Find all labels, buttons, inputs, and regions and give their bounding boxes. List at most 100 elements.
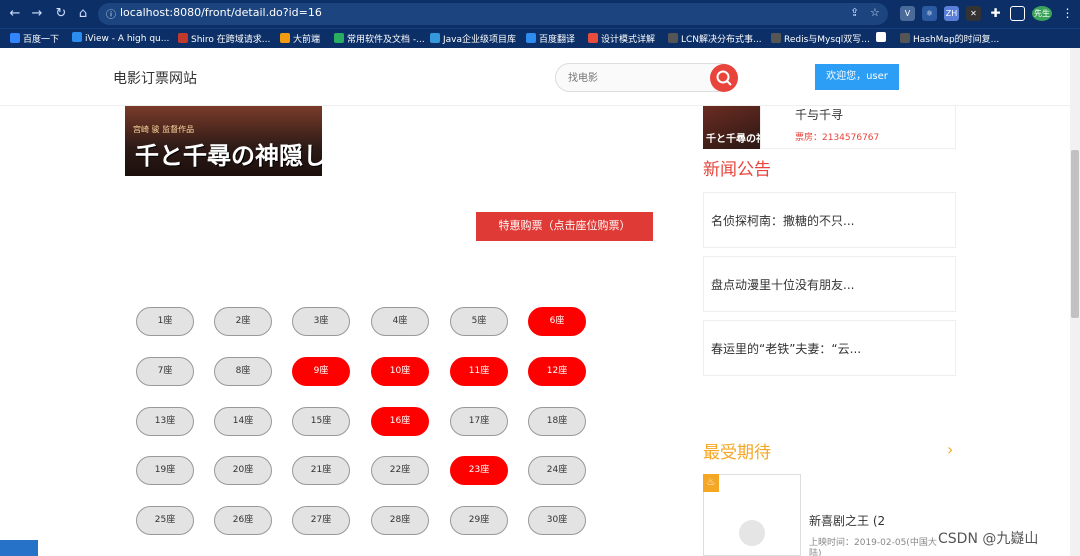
csdn-watermark: CSDN @九嶷山 <box>938 531 1039 547</box>
seat-available[interactable]: 20座 <box>214 456 272 485</box>
seat-available[interactable]: 18座 <box>528 407 586 436</box>
bookmark-favicon-icon <box>430 33 440 43</box>
extensions-puzzle-icon[interactable]: ✚ <box>988 6 1003 21</box>
bookmark-item[interactable]: LCN解决分布式事... <box>668 32 762 45</box>
extension-zh-icon[interactable]: ZH <box>944 6 959 21</box>
bookmark-item[interactable]: Redis与Mysql双写... <box>771 32 870 45</box>
current-movie-thumb[interactable]: 千と千尋の神隠し <box>703 106 760 149</box>
seat-available[interactable]: 13座 <box>136 407 194 436</box>
buy-ticket-button[interactable]: 特惠购票（点击座位购票） <box>476 212 653 241</box>
menu-kebab-icon[interactable]: ⋮ <box>1060 6 1075 21</box>
seat-available[interactable]: 17座 <box>450 407 508 436</box>
seat-available[interactable]: 25座 <box>136 506 194 535</box>
current-movie-title[interactable]: 千与千寻 <box>795 106 843 123</box>
seat-available[interactable]: 22座 <box>371 456 429 485</box>
expected-movie-name[interactable]: 新喜剧之王 (2 <box>809 512 885 529</box>
bookmark-label: 大前端 <box>293 35 321 45</box>
poster-director-tag: 宫崎 骏 监督作品 <box>133 125 195 134</box>
site-header: 电影订票网站 欢迎您，user <box>0 48 1070 106</box>
bookmark-item[interactable]: iView - A high qu... <box>72 32 169 44</box>
back-icon[interactable]: ← <box>6 5 24 23</box>
bookmark-label: iView - A high qu... <box>85 34 170 44</box>
bookmark-label: 设计模式详解 <box>601 35 656 45</box>
movie-poster: 宫崎 骏 监督作品 千と千尋の神隠し <box>125 106 322 176</box>
bookmark-favicon-icon <box>668 33 678 43</box>
news-item[interactable]: 名侦探柯南：撒糖的不只... <box>703 192 956 248</box>
bookmark-favicon-icon <box>280 33 290 43</box>
image-placeholder-icon <box>739 520 765 546</box>
news-item[interactable]: 盘点动漫里十位没有朋友... <box>703 256 956 312</box>
seat-sold[interactable]: 6座 <box>528 307 586 336</box>
seat-available[interactable]: 26座 <box>214 506 272 535</box>
current-movie-thumb-text: 千と千尋の神隠し <box>706 134 760 145</box>
search-button[interactable] <box>710 64 738 92</box>
chevron-right-icon[interactable]: › <box>947 440 953 459</box>
extension-react-icon[interactable]: ⚛ <box>922 6 937 21</box>
news-item-text: 春运里的“老铁”夫妻：“云... <box>711 342 862 356</box>
bookmark-label: LCN解决分布式事... <box>681 35 762 45</box>
share-icon[interactable]: ⇪ <box>850 6 859 19</box>
seat-available[interactable]: 15座 <box>292 407 350 436</box>
bookmark-favicon-icon <box>334 33 344 43</box>
news-item-text: 盘点动漫里十位没有朋友... <box>711 278 855 292</box>
seat-sold[interactable]: 16座 <box>371 407 429 436</box>
seat-available[interactable]: 7座 <box>136 357 194 386</box>
search-input[interactable] <box>568 70 698 86</box>
bookmarks-bar: 百度一下 iView - A high qu... Shiro 在跨域请求... 大前… <box>0 28 1080 48</box>
address-bar[interactable]: ⓘ localhost:8080/front/detail.do?id=16 ⇪… <box>98 3 888 25</box>
sidepanel-icon[interactable] <box>1010 6 1025 21</box>
seat-available[interactable]: 3座 <box>292 307 350 336</box>
extension-v-icon[interactable]: V <box>900 6 915 21</box>
bookmark-item[interactable]: 大前端 <box>280 32 320 45</box>
seat-available[interactable]: 21座 <box>292 456 350 485</box>
bookmark-item[interactable]: 设计模式详解 <box>588 32 655 45</box>
reload-icon[interactable]: ↻ <box>52 5 70 23</box>
extension-x-icon[interactable]: ✕ <box>966 6 981 21</box>
seat-available[interactable]: 30座 <box>528 506 586 535</box>
profile-avatar[interactable]: 先生 <box>1032 6 1052 21</box>
seat-available[interactable]: 29座 <box>450 506 508 535</box>
seat-sold[interactable]: 10座 <box>371 357 429 386</box>
bookmark-item[interactable]: 常用软件及文档 -... <box>334 32 425 45</box>
browser-toolbar: ← → ↻ ⌂ ⓘ localhost:8080/front/detail.do… <box>0 0 1080 28</box>
seat-available[interactable]: 4座 <box>371 307 429 336</box>
seat-available[interactable]: 14座 <box>214 407 272 436</box>
seat-available[interactable]: 24座 <box>528 456 586 485</box>
poster-title: 千と千尋の神隠し <box>135 142 322 170</box>
news-item[interactable]: 春运里的“老铁”夫妻：“云... <box>703 320 956 376</box>
current-movie-box-office: 票房：2134576767 <box>795 133 880 143</box>
bookmark-item[interactable]: Shiro 在跨域请求... <box>178 32 270 45</box>
bookmark-favicon-icon <box>178 33 188 43</box>
bookmark-label: 百度一下 <box>23 35 60 45</box>
site-info-icon[interactable]: ⓘ <box>106 6 116 21</box>
seat-available[interactable]: 8座 <box>214 357 272 386</box>
bookmark-item[interactable] <box>876 32 889 44</box>
seat-available[interactable]: 19座 <box>136 456 194 485</box>
seat-available[interactable]: 28座 <box>371 506 429 535</box>
bookmark-label: 常用软件及文档 -... <box>347 35 425 45</box>
url-text[interactable]: localhost:8080/front/detail.do?id=16 <box>120 6 322 19</box>
news-section-title: 新闻公告 <box>703 160 771 180</box>
seat-available[interactable]: 5座 <box>450 307 508 336</box>
seat-sold[interactable]: 11座 <box>450 357 508 386</box>
seat-sold[interactable]: 9座 <box>292 357 350 386</box>
bookmark-item[interactable]: 百度翻译 <box>526 32 575 45</box>
seat-available[interactable]: 2座 <box>214 307 272 336</box>
bookmark-item[interactable]: Java企业级项目库 <box>430 32 516 45</box>
home-icon[interactable]: ⌂ <box>74 5 92 23</box>
seat-sold[interactable]: 23座 <box>450 456 508 485</box>
user-welcome-button[interactable]: 欢迎您，user <box>815 64 899 90</box>
forward-icon[interactable]: → <box>28 5 46 23</box>
fire-icon: ♨ <box>703 474 719 492</box>
seat-available[interactable]: 1座 <box>136 307 194 336</box>
seat-sold[interactable]: 12座 <box>528 357 586 386</box>
bookmark-item[interactable]: HashMap的时间复... <box>900 32 999 45</box>
seat-available[interactable]: 27座 <box>292 506 350 535</box>
bookmark-star-icon[interactable]: ☆ <box>870 6 880 19</box>
bookmark-label: HashMap的时间复... <box>913 35 1000 45</box>
search-field[interactable] <box>555 63 735 92</box>
scrollbar-thumb[interactable] <box>1071 150 1079 318</box>
bookmark-item[interactable]: 百度一下 <box>10 32 59 45</box>
bookmark-label: 百度翻译 <box>539 35 576 45</box>
site-logo[interactable]: 电影订票网站 <box>113 68 197 88</box>
